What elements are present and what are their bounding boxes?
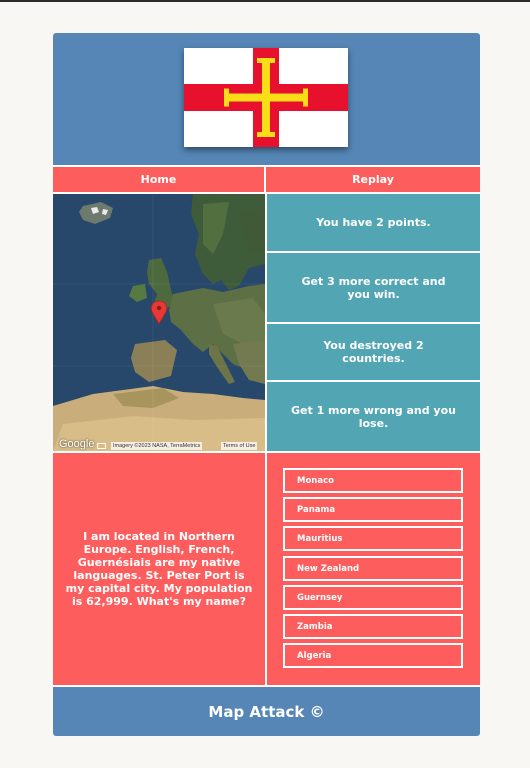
- google-logo: Google: [59, 438, 95, 450]
- game-card: Home Replay Google Imagery ©2023 NASA, T…: [53, 33, 480, 736]
- country-flag: [184, 48, 348, 147]
- lose-status: Get 1 more wrong and you lose.: [267, 382, 480, 451]
- map-attribution-bar: Google Imagery ©2023 NASA, TerraMetrics …: [53, 438, 265, 451]
- map-attribution: Imagery ©2023 NASA, TerraMetrics: [111, 442, 203, 450]
- answer-button[interactable]: Panama: [283, 497, 463, 522]
- home-button[interactable]: Home: [53, 167, 264, 192]
- map-imagery: [53, 194, 265, 451]
- replay-button[interactable]: Replay: [266, 167, 480, 192]
- header: [53, 33, 480, 165]
- answer-button[interactable]: New Zealand: [283, 556, 463, 581]
- terms-of-use-link[interactable]: Terms of Use: [221, 442, 258, 450]
- destroyed-status: You destroyed 2 countries.: [267, 324, 480, 380]
- top-border: [0, 0, 530, 2]
- points-status: You have 2 points.: [267, 194, 480, 251]
- answer-button[interactable]: Guernsey: [283, 585, 463, 610]
- footer: Map Attack ©: [53, 687, 480, 736]
- keyboard-icon[interactable]: [97, 443, 106, 449]
- satellite-map[interactable]: Google Imagery ©2023 NASA, TerraMetrics …: [53, 194, 265, 451]
- answer-list: Monaco Panama Mauritius New Zealand Guer…: [267, 453, 480, 685]
- answer-button[interactable]: Mauritius: [283, 526, 463, 551]
- question-text: I am located in Northern Europe. English…: [53, 453, 265, 685]
- answer-button[interactable]: Monaco: [283, 468, 463, 493]
- win-status: Get 3 more correct and you win.: [267, 253, 480, 322]
- nav-bar: Home Replay: [53, 167, 480, 192]
- guernsey-flag-image: [184, 48, 348, 147]
- answer-button[interactable]: Zambia: [283, 614, 463, 639]
- answer-button[interactable]: Algeria: [283, 643, 463, 668]
